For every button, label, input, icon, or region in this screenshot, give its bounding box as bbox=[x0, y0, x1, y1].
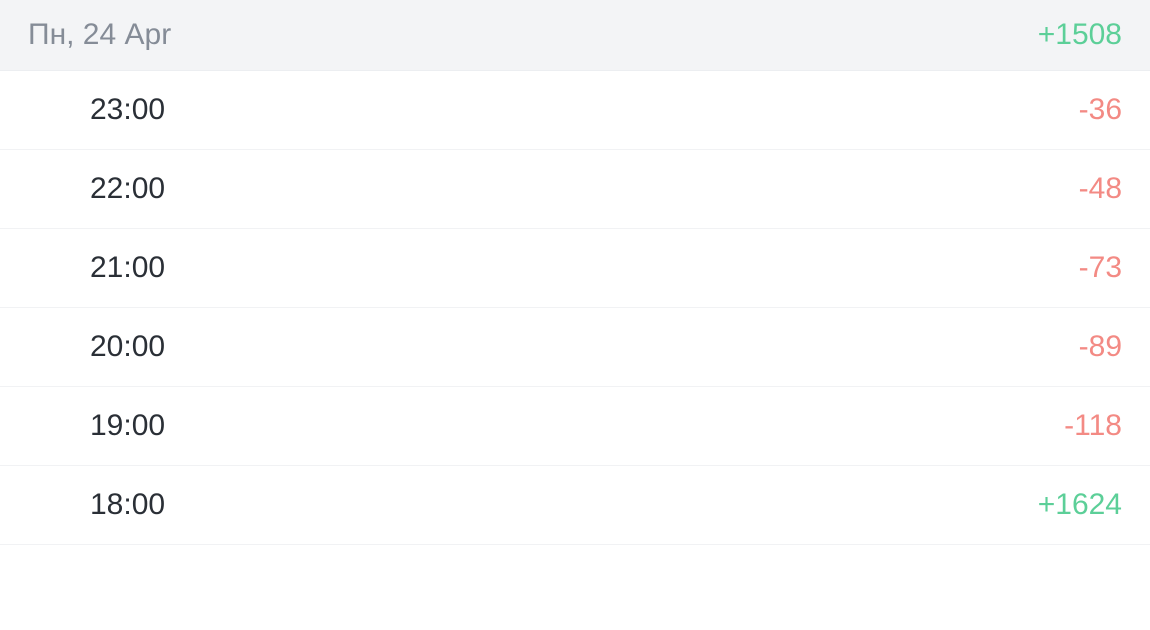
hourly-rows: 23:00 -36 22:00 -48 21:00 -73 20:00 -89 … bbox=[0, 71, 1150, 545]
row-value: -89 bbox=[1079, 330, 1122, 364]
date-header-row[interactable]: Пн, 24 Apr +1508 bbox=[0, 0, 1150, 71]
row-value: -73 bbox=[1079, 251, 1122, 285]
stats-container: Пн, 24 Apr +1508 23:00 -36 22:00 -48 21:… bbox=[0, 0, 1150, 545]
row-value: -118 bbox=[1064, 409, 1122, 443]
hourly-row[interactable]: 22:00 -48 bbox=[0, 150, 1150, 229]
row-time-label: 22:00 bbox=[28, 172, 165, 206]
row-value: -48 bbox=[1079, 172, 1122, 206]
row-time-label: 18:00 bbox=[28, 488, 165, 522]
row-time-label: 21:00 bbox=[28, 251, 165, 285]
row-time-label: 23:00 bbox=[28, 93, 165, 127]
row-value: +1624 bbox=[1038, 488, 1122, 522]
hourly-row[interactable]: 23:00 -36 bbox=[0, 71, 1150, 150]
hourly-row[interactable]: 21:00 -73 bbox=[0, 229, 1150, 308]
date-total-value: +1508 bbox=[1038, 18, 1122, 52]
row-value: -36 bbox=[1079, 93, 1122, 127]
hourly-row[interactable]: 19:00 -118 bbox=[0, 387, 1150, 466]
hourly-row[interactable]: 18:00 +1624 bbox=[0, 466, 1150, 545]
row-time-label: 19:00 bbox=[28, 409, 165, 443]
hourly-row[interactable]: 20:00 -89 bbox=[0, 308, 1150, 387]
date-label: Пн, 24 Apr bbox=[28, 18, 171, 52]
row-time-label: 20:00 bbox=[28, 330, 165, 364]
